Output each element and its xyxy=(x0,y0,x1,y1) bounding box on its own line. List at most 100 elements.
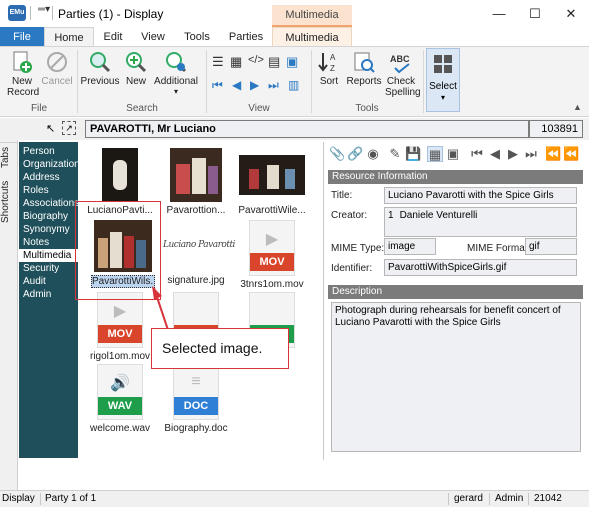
link-icon[interactable]: 🔗 xyxy=(347,146,363,162)
first-record-icon[interactable]: ⏮ xyxy=(212,78,223,93)
tab-home[interactable]: Home xyxy=(44,27,94,47)
image-view-icon[interactable]: ▣ xyxy=(286,54,298,70)
sort-button[interactable]: AZ Sort xyxy=(314,50,344,87)
record-name: PAVAROTTI, Mr Luciano xyxy=(85,120,529,138)
tools-group-label: Tools xyxy=(355,103,379,114)
ribbon-collapse-icon[interactable]: ▲ xyxy=(573,102,582,112)
mime-format-field[interactable]: gif xyxy=(525,238,577,255)
speaker-icon: 🔊 xyxy=(110,375,130,392)
previous-image-icon[interactable]: ◀ xyxy=(487,146,503,162)
last-record-icon[interactable]: ⏭ xyxy=(268,78,279,93)
view-group-label: View xyxy=(248,103,270,114)
new-search-label: New xyxy=(125,76,146,87)
nav-item-biography[interactable]: Biography xyxy=(19,210,78,223)
attach-icon[interactable]: 📎 xyxy=(329,146,345,162)
nav-item-organization[interactable]: Organization xyxy=(19,158,80,171)
cancel-label: Cancel xyxy=(41,76,73,87)
thumbnail-item[interactable]: ≡ DOC Biography.doc xyxy=(158,364,234,434)
previous-label: Previous xyxy=(80,76,120,87)
tab-shortcuts[interactable]: Shortcuts xyxy=(0,174,18,230)
nav-item-security[interactable]: Security xyxy=(19,262,78,275)
first-image-icon[interactable]: ⏮ xyxy=(469,146,485,162)
tab-file[interactable]: File xyxy=(0,27,44,47)
check-spelling-button[interactable]: ABC Check Spelling xyxy=(384,50,421,98)
previous-search-icon xyxy=(90,52,111,73)
file-format-badge: MOV xyxy=(98,325,142,343)
view-eye-icon[interactable]: ◉ xyxy=(365,146,381,162)
save-icon[interactable]: 💾 xyxy=(405,146,421,162)
additional-search-button[interactable]: Additional ▾ xyxy=(152,50,200,96)
thumbnail-item[interactable]: 🔊 WAV welcome.wav xyxy=(82,364,158,434)
thumbnail-grid-icon[interactable]: ▦ xyxy=(427,146,443,162)
xml-view-icon[interactable]: </> xyxy=(248,54,264,66)
next-record-icon[interactable]: ▶ xyxy=(250,78,259,92)
title-field[interactable]: Luciano Pavarotti with the Spice Girls xyxy=(384,187,577,204)
tab-edit[interactable]: Edit xyxy=(96,27,130,47)
nav-item-synonymy[interactable]: Synonymy xyxy=(19,223,78,236)
edit-image-icon[interactable]: ✎ xyxy=(387,146,403,162)
quick-access-chevron-icon[interactable]: ═▾ xyxy=(38,4,50,15)
minimize-button[interactable]: — xyxy=(481,0,517,27)
photo-thumbnail xyxy=(170,148,222,202)
svg-text:A: A xyxy=(330,53,336,62)
next-image-icon[interactable]: ▶ xyxy=(505,146,521,162)
title-label: Title: xyxy=(331,190,353,201)
nav-item-notes[interactable]: Notes xyxy=(19,236,78,249)
thumbnail-label: 3tnrs1om.mov xyxy=(240,279,304,290)
previous-button[interactable]: Previous xyxy=(80,50,120,87)
tab-multimedia[interactable]: Multimedia xyxy=(272,27,352,47)
image-icon[interactable]: ▣ xyxy=(445,146,461,162)
tab-tools[interactable]: Tools xyxy=(180,27,214,47)
creator-value: Daniele Venturelli xyxy=(399,210,478,221)
grid-view-icon[interactable]: ▦ xyxy=(230,54,242,70)
creator-field[interactable]: 1 Daniele Venturelli xyxy=(384,207,577,237)
video-camera-icon: ▶ xyxy=(113,303,127,320)
thumbnail-item[interactable]: PavarottiWile... xyxy=(234,148,310,216)
close-button[interactable]: ✕ xyxy=(553,0,589,27)
thumbnail-item[interactable]: Luciano Pavarotti signature.jpg xyxy=(158,220,235,286)
additional-chevron-icon[interactable]: ▾ xyxy=(152,87,200,96)
cancel-button[interactable]: Cancel xyxy=(40,50,74,87)
new-record-icon xyxy=(13,51,32,73)
resource-information-header: Resource Information xyxy=(328,170,583,184)
thumbnail-item[interactable]: ▶ MOV 3tnrs1om.mov xyxy=(234,220,310,290)
thumbnail-item[interactable]: ▶ MOV rigol1om.mov xyxy=(82,292,158,362)
list-view-icon[interactable]: ☰ xyxy=(212,54,224,70)
selection-tool-icon[interactable]: ↗ xyxy=(62,121,76,135)
nav-item-associations[interactable]: Associations xyxy=(19,197,79,210)
status-position: Party 1 of 1 xyxy=(45,493,97,504)
nav-item-audit[interactable]: Audit xyxy=(19,275,78,288)
window-title: Parties (1) - Display xyxy=(58,7,164,21)
detail-toolbar: 📎 🔗 ◉ ✎ 💾 ▦ ▣ ⏮ ◀ ▶ ⏭ ⏪ ⏪ xyxy=(329,146,587,166)
thumbnail-item[interactable]: Pavarottion... xyxy=(158,148,234,216)
check-spelling-icon: ABC xyxy=(390,54,410,74)
app-icon[interactable]: EMu xyxy=(8,5,26,21)
mime-type-field[interactable]: image xyxy=(384,238,436,255)
last-image-icon[interactable]: ⏭ xyxy=(523,146,539,162)
nav-item-roles[interactable]: Roles xyxy=(19,184,78,197)
tab-view[interactable]: View xyxy=(136,27,170,47)
maximize-button[interactable]: ☐ xyxy=(517,0,553,27)
nav-item-address[interactable]: Address xyxy=(19,171,78,184)
identifier-field[interactable]: PavarottiWithSpiceGirls.gif xyxy=(384,259,577,276)
description-field[interactable]: Photograph during rehearsals for benefit… xyxy=(331,302,581,452)
nav-item-admin[interactable]: Admin xyxy=(19,288,78,301)
multimedia-tools-header: Multimedia Tools xyxy=(272,5,352,41)
nav-item-person[interactable]: Person xyxy=(19,145,78,158)
signature-text: Luciano Pavarotti xyxy=(163,240,235,250)
tab-tabs[interactable]: Tabs xyxy=(0,142,18,172)
page-record-icon[interactable]: ▥ xyxy=(288,78,299,92)
tab-parties[interactable]: Parties xyxy=(226,27,266,47)
record-irn: 103891 xyxy=(529,120,583,138)
select-button[interactable]: Select ▾ xyxy=(426,48,460,112)
new-search-button[interactable]: New xyxy=(120,50,152,87)
pointer-icon[interactable]: ↖ xyxy=(46,122,55,135)
select-chevron-icon: ▾ xyxy=(440,93,445,102)
previous-record-icon[interactable]: ◀ xyxy=(232,78,241,92)
nav-item-multimedia[interactable]: Multimedia xyxy=(19,249,78,262)
rewind-icon: ⏪ xyxy=(545,146,562,161)
new-record-button[interactable]: New Record xyxy=(4,50,40,98)
reports-button[interactable]: Reports xyxy=(344,50,384,87)
detail-view-icon[interactable]: ▤ xyxy=(268,54,280,70)
thumbnail-label: Biography.doc xyxy=(164,423,228,434)
